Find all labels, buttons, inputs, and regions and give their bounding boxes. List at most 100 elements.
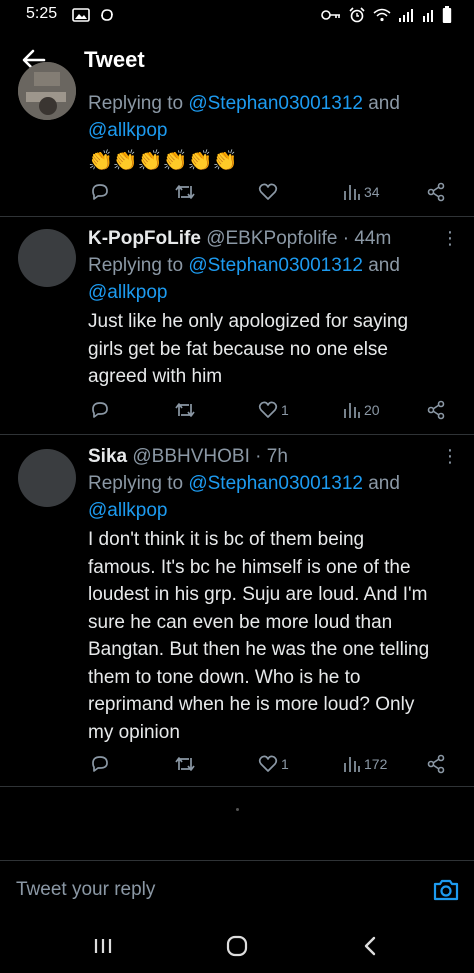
replying-to-label: Replying to (88, 255, 184, 276)
display-name[interactable]: K-PopFoLife (88, 228, 201, 249)
tweet-3[interactable]: ⋮ Sika @BBHVHOBI · 7h Replying to @Steph… (0, 434, 474, 787)
user-handle[interactable]: @EBKPopfolife (206, 228, 337, 249)
reply-icon (92, 402, 108, 418)
heart-icon (258, 183, 278, 200)
retweet-button[interactable] (174, 750, 196, 778)
share-button[interactable] (426, 178, 446, 206)
avatar[interactable] (18, 62, 76, 120)
mention-link[interactable]: @Stephan03001312 (188, 93, 363, 114)
display-name[interactable]: Sika (88, 446, 127, 467)
tweet-text: Just like he only apologized for saying … (88, 308, 460, 391)
views-chart-icon (344, 403, 360, 418)
mention-link[interactable]: @allkpop (88, 120, 168, 141)
tweet-text-line: them to tone down. Who is he to (88, 666, 361, 688)
tweet-text-line: loudest in his grp. Suju are loud. And I… (88, 584, 428, 605)
mention-link[interactable]: @Stephan03001312 (188, 473, 363, 494)
tweet-text-line: sure he can even be more loud than (88, 611, 393, 633)
alarm-icon (349, 7, 365, 23)
tweet-actions: 1 172 (88, 750, 458, 778)
page-title: Tweet (84, 47, 145, 72)
views-count: 172 (364, 756, 388, 772)
mention-link[interactable]: @allkpop (88, 282, 168, 303)
tweet-1[interactable]: Replying to @Stephan03001312 and @allkpo… (0, 62, 474, 217)
tweet-text-line: Bangtan. But then he was the one telling (88, 639, 430, 660)
status-time: 5:25 (26, 5, 58, 22)
loading-indicator (236, 808, 239, 811)
sync-notification-icon (101, 9, 113, 21)
separator: · (342, 228, 350, 249)
views-chart-icon (344, 757, 360, 772)
views-chart-icon (344, 185, 360, 200)
timestamp: 44m (354, 228, 392, 249)
mention-link[interactable]: @allkpop (88, 500, 168, 521)
back-nav-icon[interactable] (357, 932, 385, 960)
reply-button[interactable] (90, 396, 110, 424)
share-button[interactable] (426, 750, 446, 778)
retweet-icon (175, 403, 195, 417)
views-button[interactable]: 172 (343, 750, 387, 778)
tweet-text-line: agreed with him (88, 366, 223, 387)
camera-icon[interactable] (432, 877, 460, 903)
and-label: and (368, 93, 400, 114)
like-button[interactable]: 1 (258, 396, 289, 424)
tweet-text-line: I don't think it is bc of them being (88, 529, 365, 550)
replying-to-label: Replying to (88, 93, 184, 114)
separator: · (255, 446, 262, 467)
avatar[interactable] (18, 449, 76, 507)
retweet-icon (175, 757, 195, 771)
tweet-text: I don't think it is bc of them being fam… (88, 526, 460, 746)
gallery-notification-icon (72, 8, 90, 22)
reply-icon (92, 184, 108, 200)
likes-count: 1 (281, 756, 289, 772)
tweet-text-line: famous. It's bc he himself is one of the (88, 556, 411, 578)
share-icon (427, 754, 445, 774)
retweet-button[interactable] (174, 178, 196, 206)
replying-to: Replying to @Stephan03001312 and @allkpo… (88, 470, 460, 524)
and-label: and (368, 255, 400, 276)
tweet-text: 👏👏👏👏👏👏 (88, 150, 238, 172)
replying-to: Replying to @Stephan03001312 and @allkpo… (88, 252, 460, 306)
views-count: 20 (364, 402, 380, 418)
share-icon (427, 182, 445, 202)
retweet-button[interactable] (174, 396, 196, 424)
heart-icon (258, 755, 278, 772)
share-icon (427, 400, 445, 420)
share-button[interactable] (426, 396, 446, 424)
retweet-icon (175, 185, 195, 199)
battery-icon (442, 6, 452, 23)
system-navigation-bar (0, 918, 474, 973)
tweet-text-line: Just like he only apologized for saying (88, 311, 409, 332)
key-icon (321, 10, 340, 20)
recent-apps-icon[interactable] (89, 932, 117, 960)
reply-button[interactable] (90, 750, 110, 778)
tweet-header: Sika @BBHVHOBI · 7h (88, 444, 460, 470)
reply-composer[interactable]: Tweet your reply (0, 860, 474, 919)
user-handle[interactable]: @BBHVHOBI (132, 446, 249, 467)
tweet-text-line: reprimand when he is more loud? Only (88, 694, 415, 715)
status-bar: 5:25 (0, 0, 474, 30)
timestamp: 7h (266, 446, 288, 467)
tweet-text-line: my opinion (88, 721, 180, 743)
replying-to-label: Replying to (88, 473, 184, 494)
heart-icon (258, 401, 278, 418)
avatar[interactable] (18, 229, 76, 287)
likes-count: 1 (281, 402, 289, 418)
reply-icon (92, 756, 108, 772)
wifi-icon (373, 8, 391, 22)
tweet-actions: 34 (88, 178, 458, 206)
mention-link[interactable]: @Stephan03001312 (188, 255, 363, 276)
tweet-text-line: girls get be fat because no one else (88, 338, 388, 360)
like-button[interactable] (258, 178, 278, 206)
tweet-actions: 1 20 (88, 396, 458, 424)
reply-input-placeholder[interactable]: Tweet your reply (16, 879, 155, 901)
reply-button[interactable] (90, 178, 110, 206)
like-button[interactable]: 1 (258, 750, 289, 778)
signal-2-icon (423, 10, 433, 22)
home-icon[interactable] (223, 932, 251, 960)
signal-icon (399, 9, 413, 22)
views-count: 34 (364, 184, 380, 200)
tweet-2[interactable]: ⋮ K-PopFoLife @EBKPopfolife · 44m Replyi… (0, 216, 474, 435)
views-button[interactable]: 20 (343, 396, 380, 424)
tweet-header: K-PopFoLife @EBKPopfolife · 44m (88, 226, 460, 252)
views-button[interactable]: 34 (343, 178, 380, 206)
